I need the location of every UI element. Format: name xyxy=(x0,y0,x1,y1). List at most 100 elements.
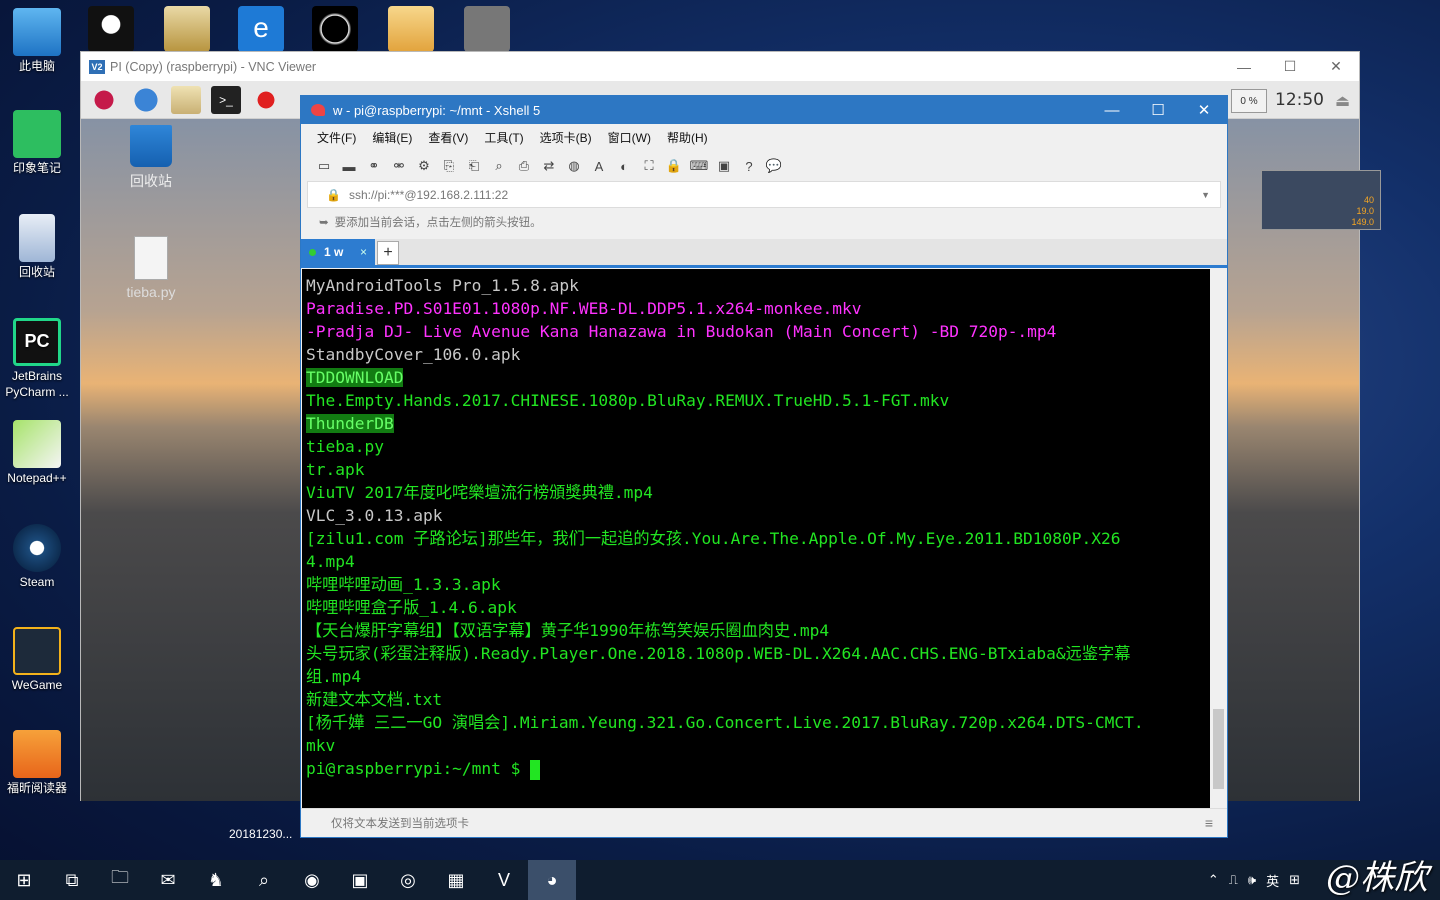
chat-icon[interactable]: 💬 xyxy=(765,158,783,174)
terminal-line: Paradise.PD.S01E01.1080p.NF.WEB-DL.DDP5.… xyxy=(306,297,1210,320)
evernote-icon xyxy=(13,110,61,158)
keyboard-icon[interactable]: ⌨ xyxy=(690,158,709,174)
maximize-button[interactable]: ☐ xyxy=(1135,96,1181,124)
xshell-window[interactable]: w - pi@raspberrypi: ~/mnt - Xshell 5 — ☐… xyxy=(300,95,1228,838)
terminal-scrollbar[interactable] xyxy=(1210,269,1227,809)
menu-tabs[interactable]: 选项卡(B) xyxy=(540,129,592,146)
add-tab-button[interactable]: + xyxy=(377,241,399,265)
task-view-icon[interactable]: ⧉ xyxy=(48,860,96,900)
terminal-icon[interactable]: >_ xyxy=(211,86,241,114)
file-explorer-icon[interactable]: 🗀 xyxy=(96,860,144,900)
edge-icon[interactable]: e xyxy=(238,6,284,52)
scrollbar-thumb[interactable] xyxy=(1213,709,1224,789)
minimize-button[interactable]: — xyxy=(1221,52,1267,81)
eject-icon[interactable]: ⏏ xyxy=(1335,91,1350,111)
menu-view[interactable]: 查看(V) xyxy=(428,129,468,146)
app-icon[interactable] xyxy=(312,6,358,52)
print-icon[interactable]: ⎙ xyxy=(515,158,533,174)
help-icon[interactable]: ? xyxy=(740,158,758,174)
raspberry-menu-icon[interactable] xyxy=(89,86,119,114)
close-button[interactable]: ✕ xyxy=(1313,52,1359,81)
wegame-icon xyxy=(13,627,61,675)
disconnect-icon[interactable]: ⚮ xyxy=(390,158,408,174)
menu-help[interactable]: 帮助(H) xyxy=(667,129,708,146)
app-icon[interactable] xyxy=(251,86,281,114)
lock-icon[interactable]: 🔒 xyxy=(665,158,683,174)
menu-file[interactable]: 文件(F) xyxy=(317,129,356,146)
send-mode-text[interactable]: 仅将文本发送到当前选项卡 xyxy=(331,815,469,831)
pi-trash-icon[interactable]: 回收站 xyxy=(111,125,191,191)
terminal-line-text: [杨千嬅 三二一GO 演唱会].Miriam.Yeung.321.Go.Conc… xyxy=(306,713,1144,732)
tab-close-icon[interactable]: × xyxy=(360,245,367,259)
qq-icon[interactable] xyxy=(88,6,134,52)
terminal-line: 哔哩哔哩动画_1.3.3.apk xyxy=(306,573,1210,596)
tab-session-w[interactable]: 1 w × xyxy=(301,239,375,265)
desktop-icon-steam[interactable]: Steam xyxy=(2,524,72,590)
tab-label: 1 w xyxy=(324,245,344,259)
transfer-icon[interactable]: ⇄ xyxy=(540,158,558,174)
desktop-icon-evernote[interactable]: 印象笔记 xyxy=(2,110,72,176)
search-icon[interactable]: ⌕ xyxy=(240,860,288,900)
menu-window[interactable]: 窗口(W) xyxy=(608,129,651,146)
desktop-icon-label: 此电脑 xyxy=(18,59,55,73)
pi-file-icon[interactable]: tieba.py xyxy=(111,236,191,300)
terminal-prompt-line[interactable]: pi@raspberrypi:~/mnt $ xyxy=(306,757,1210,780)
new-session-icon[interactable]: ▭ xyxy=(315,158,333,174)
xftp-icon[interactable]: ◐ xyxy=(615,158,633,174)
vnc-window-title: PI (Copy) (raspberrypi) - VNC Viewer xyxy=(110,59,317,74)
desktop-icon-foxit[interactable]: 福昕阅读器 xyxy=(2,730,72,796)
find-icon[interactable]: ⌕ xyxy=(490,158,508,174)
terminal-cursor xyxy=(530,759,541,780)
menu-icon[interactable]: ≡ xyxy=(1205,815,1213,831)
folder-icon[interactable] xyxy=(388,6,434,52)
terminal-line-text: MyAndroidTools Pro_1.5.8.apk xyxy=(306,276,579,295)
pycharm-icon[interactable]: ▣ xyxy=(336,860,384,900)
chevron-down-icon[interactable]: ▼ xyxy=(1201,190,1210,200)
script-icon[interactable]: ▣ xyxy=(715,158,733,174)
document-icon xyxy=(134,236,168,280)
app-icon[interactable]: ◉ xyxy=(288,860,336,900)
close-button[interactable]: ✕ xyxy=(1181,96,1227,124)
maximize-button[interactable]: ☐ xyxy=(1267,52,1313,81)
lock-icon: 🔒 xyxy=(326,187,341,202)
terminal-output[interactable]: MyAndroidTools Pro_1.5.8.apk Paradise.PD.… xyxy=(302,269,1210,809)
vnc-title-bar[interactable]: V2 PI (Copy) (raspberrypi) - VNC Viewer … xyxy=(81,52,1359,81)
app-icon[interactable]: ♞ xyxy=(192,860,240,900)
network-icon[interactable]: ⎍ xyxy=(1229,872,1238,888)
folder-icon[interactable] xyxy=(164,6,210,52)
xshell-icon[interactable]: ◕ xyxy=(528,860,576,900)
evernote-icon[interactable]: ▦ xyxy=(432,860,480,900)
ime-indicator[interactable]: 英 xyxy=(1266,871,1279,890)
paste-icon[interactable]: ⎗ xyxy=(465,158,483,174)
minimize-button[interactable]: — xyxy=(1089,96,1135,124)
font-icon[interactable]: A xyxy=(590,158,608,174)
app-icon[interactable] xyxy=(464,6,510,52)
start-button[interactable]: ⊞ xyxy=(0,860,48,900)
desktop-icon-wegame[interactable]: WeGame xyxy=(2,627,72,693)
fullscreen-icon[interactable]: ⛶ xyxy=(640,158,658,174)
chevron-up-icon[interactable]: ⌃ xyxy=(1208,872,1219,888)
input-mode-icon[interactable]: ⊞ xyxy=(1289,872,1300,888)
globe-icon[interactable]: ◍ xyxy=(565,158,583,174)
desktop-icon-notepadpp[interactable]: Notepad++ xyxy=(2,420,72,486)
chrome-icon[interactable]: ◎ xyxy=(384,860,432,900)
desktop-icon-pycharm[interactable]: PC JetBrains PyCharm ... xyxy=(2,318,72,400)
desktop-icon-label: WeGame xyxy=(11,678,63,692)
copy-icon[interactable]: ⎘ xyxy=(440,158,458,174)
file-manager-icon[interactable] xyxy=(171,86,201,114)
volume-icon[interactable]: 🕪 xyxy=(1248,872,1256,888)
xshell-title-bar[interactable]: w - pi@raspberrypi: ~/mnt - Xshell 5 — ☐… xyxy=(301,96,1227,124)
browser-icon[interactable] xyxy=(131,86,161,114)
system-tray: ⌃ ⎍ 🕪 英 ⊞ xyxy=(1208,860,1300,900)
desktop-icon-this-pc[interactable]: 此电脑 xyxy=(2,8,72,74)
connect-icon[interactable]: ⚭ xyxy=(365,158,383,174)
menu-tools[interactable]: 工具(T) xyxy=(484,129,523,146)
desktop-icon-recycle-bin[interactable]: 回收站 xyxy=(2,214,72,280)
properties-icon[interactable]: ⚙ xyxy=(415,158,433,174)
menu-edit[interactable]: 编辑(E) xyxy=(372,129,412,146)
vnc-viewer-icon[interactable]: V xyxy=(480,860,528,900)
mail-icon[interactable]: ✉ xyxy=(144,860,192,900)
address-bar[interactable]: 🔒 ssh://pi:***@192.168.2.111:22 ▼ xyxy=(307,181,1221,208)
arrow-icon[interactable]: ➥ xyxy=(319,215,329,229)
open-folder-icon[interactable]: ▬ xyxy=(340,158,358,174)
